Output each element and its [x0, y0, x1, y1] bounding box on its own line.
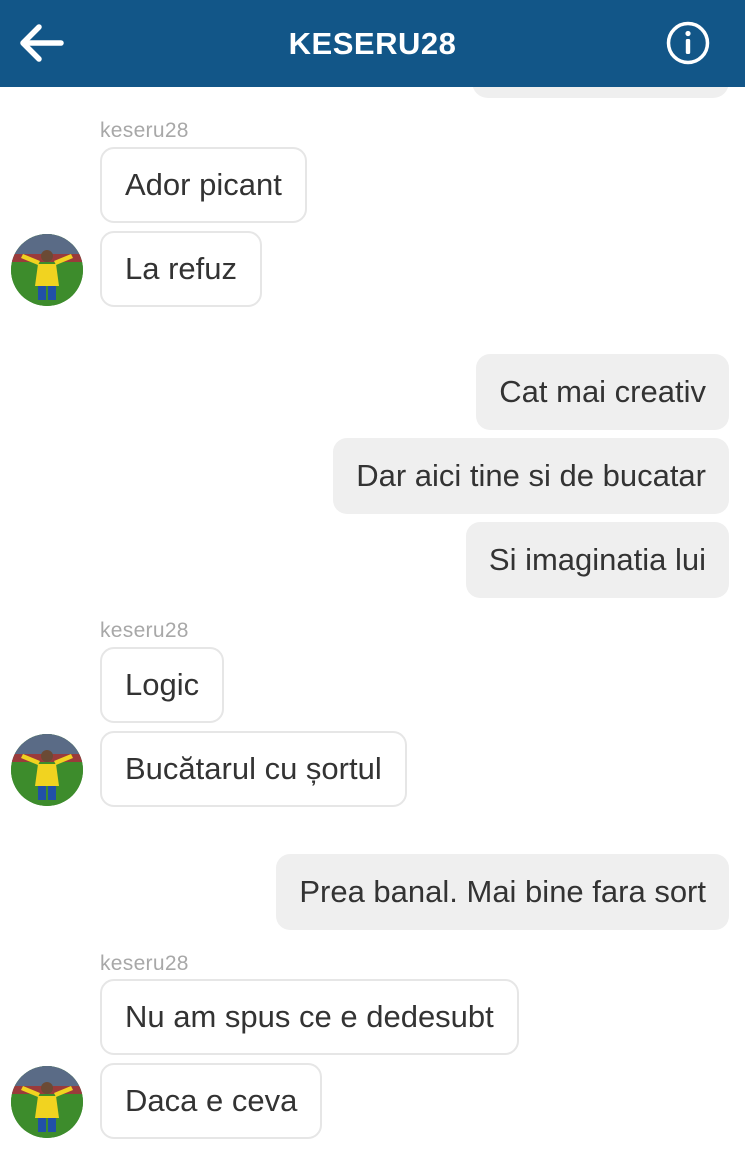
sender-name: keseru28: [100, 619, 189, 642]
outgoing-message[interactable]: Si imaginatia lui: [465, 522, 729, 598]
incoming-message[interactable]: Bucătarul cu șortul: [100, 731, 407, 807]
sender-name: keseru28: [100, 119, 189, 142]
outgoing-message[interactable]: Prea banal. Mai bine fara sort: [276, 854, 729, 930]
chat-header: KESERU28: [0, 0, 745, 87]
avatar-image: [11, 734, 83, 806]
info-button[interactable]: [664, 19, 712, 67]
incoming-message[interactable]: Daca e ceva: [100, 1063, 323, 1139]
outgoing-message[interactable]: Dar aici tine si de bucatar: [333, 438, 729, 514]
avatar[interactable]: [11, 734, 83, 806]
avatar[interactable]: [11, 1066, 83, 1138]
info-circle-icon: [666, 21, 710, 65]
incoming-message[interactable]: Logic: [100, 647, 225, 723]
chat-title: KESERU28: [288, 25, 457, 61]
incoming-message[interactable]: Ador picant: [100, 147, 307, 223]
incoming-message[interactable]: La refuz: [100, 231, 263, 307]
avatar-image: [11, 234, 83, 306]
avatar[interactable]: [11, 234, 83, 306]
incoming-message[interactable]: Nu am spus ce e dedesubt: [100, 979, 519, 1055]
avatar-image: [11, 1066, 83, 1138]
sender-name: keseru28: [100, 952, 189, 975]
outgoing-message[interactable]: Cat mai creativ: [476, 354, 729, 430]
